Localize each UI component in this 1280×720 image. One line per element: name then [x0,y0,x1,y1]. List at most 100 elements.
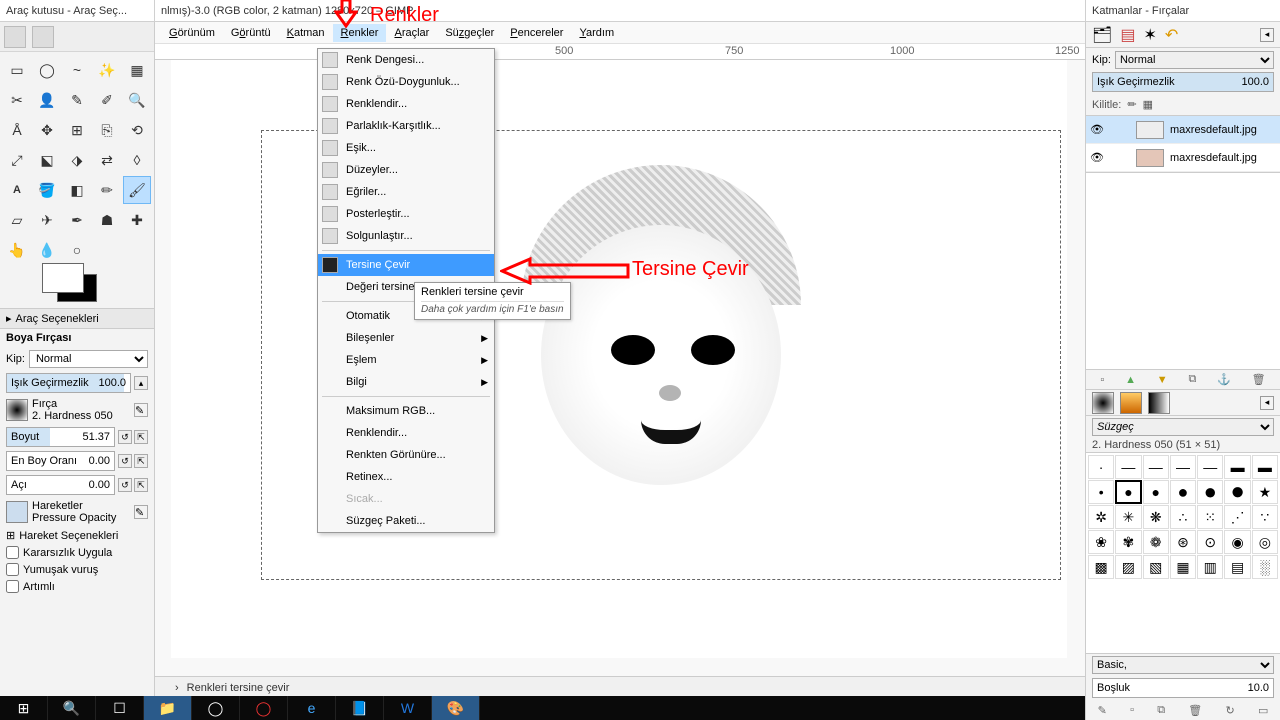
tool-fuzzy-select[interactable]: ✨ [93,56,121,84]
layer-down-icon[interactable]: ▼ [1157,374,1168,386]
brush-item[interactable]: ▨ [1115,555,1141,579]
brush-item[interactable]: ⊙ [1197,530,1223,554]
lock-alpha-icon[interactable]: ▦ [1143,98,1153,111]
layer-up-icon[interactable]: ▲ [1125,374,1136,386]
tool-rect-select[interactable]: ▭ [3,56,31,84]
dyn-options-expand[interactable]: ⊞ Hareket Seçenekleri [0,527,154,544]
brush-item[interactable]: ▬ [1224,455,1250,479]
size-link-icon[interactable]: ⇱ [134,430,148,444]
brush-item[interactable]: ✲ [1088,505,1114,529]
brush-item[interactable]: ▩ [1088,555,1114,579]
size-reset-icon[interactable]: ↺ [118,430,132,444]
tool-color-select[interactable]: ▦ [123,56,151,84]
task-opera[interactable]: ◯ [240,696,288,720]
brush-new-icon[interactable]: ▫ [1130,704,1134,716]
brush-item[interactable]: ∴ [1170,505,1196,529]
mi-invert[interactable]: Tersine Çevir [318,254,494,276]
brush-item[interactable]: ❀ [1088,530,1114,554]
tool-heal[interactable]: ✚ [123,206,151,234]
mi-components[interactable]: Bileşenler▶ [318,327,494,349]
layer-anchor-icon[interactable]: ⚓ [1217,373,1231,386]
task-notepad[interactable]: 📘 [336,696,384,720]
task-explorer[interactable]: 📁 [144,696,192,720]
tool-airbrush[interactable]: ✈ [33,206,61,234]
eye-icon[interactable]: 👁 [1090,123,1104,136]
menu-help[interactable]: Yardım [571,24,622,42]
tool-blend[interactable]: ◧ [63,176,91,204]
brush-item[interactable]: — [1197,455,1223,479]
eye-icon[interactable]: 👁 [1090,151,1104,164]
menu-windows[interactable]: Pencereler [502,24,571,42]
task-view[interactable]: ☐ [96,696,144,720]
brush-item[interactable]: • [1088,480,1114,504]
angle-reset-icon[interactable]: ↺ [118,478,132,492]
brush-item[interactable]: ◎ [1252,530,1278,554]
angle-link-icon[interactable]: ⇱ [134,478,148,492]
tool-flip[interactable]: ⇄ [93,146,121,174]
brush-item[interactable]: ▧ [1143,555,1169,579]
color-swatches[interactable] [0,268,154,308]
brush-item[interactable]: ● [1143,480,1169,504]
tool-bucket[interactable]: 🪣 [33,176,61,204]
mode-select[interactable]: Normal [29,350,148,368]
ratio-slider[interactable]: En Boy Oranı0.00 [6,451,115,471]
brush-dup-icon[interactable]: ⧉ [1157,704,1165,717]
layer-opacity-slider[interactable]: Işık Geçirmezlik100.0 [1092,72,1274,92]
canvas[interactable] [171,60,1067,658]
lock-pixels-icon[interactable]: ✏ [1127,98,1136,111]
mi-bright-contrast[interactable]: Parlaklık-Karşıtlık... [318,115,494,137]
brush-item[interactable]: — [1170,455,1196,479]
tool-paths[interactable]: ✎ [63,86,91,114]
mi-colorize2[interactable]: Renklendir... [318,422,494,444]
brush-item[interactable]: — [1115,455,1141,479]
mi-colorize[interactable]: Renklendir... [318,93,494,115]
brush-del-icon[interactable]: 🗑 [1188,704,1202,717]
tab-menu-icon[interactable]: ◂ [1260,28,1274,42]
mi-curves[interactable]: Eğriler... [318,181,494,203]
menu-filters[interactable]: Süzgeçler [437,24,502,42]
brush-item[interactable]: ▬ [1252,455,1278,479]
tool-rotate[interactable]: ⟲ [123,116,151,144]
chk-jitter[interactable] [6,546,19,559]
layer-new-icon[interactable]: ▫ [1100,374,1104,386]
mi-color-balance[interactable]: Renk Dengesi... [318,49,494,71]
mi-color-to-alpha[interactable]: Renkten Görünüre... [318,444,494,466]
brush-item[interactable]: ▥ [1197,555,1223,579]
brush-filter-select[interactable]: Süzgeç [1092,418,1274,436]
brush-preset-select[interactable]: Basic, [1092,656,1274,674]
tool-ellipse-select[interactable]: ◯ [33,56,61,84]
tool-measure[interactable]: Å [3,116,31,144]
brush-item[interactable]: ● [1115,480,1141,504]
tool-paintbrush[interactable]: 🖌 [123,176,151,204]
brush-item[interactable]: ▤ [1224,555,1250,579]
task-start[interactable]: ⊞ [0,696,48,720]
tab-brushes-icon[interactable] [1092,392,1114,414]
brush-item[interactable]: ✳ [1115,505,1141,529]
brush-item[interactable]: ❁ [1143,530,1169,554]
angle-slider[interactable]: Açı0.00 [6,475,115,495]
tool-crop[interactable]: ⎘ [93,116,121,144]
tool-clone[interactable]: ☗ [93,206,121,234]
brush-edit-icon[interactable]: ✎ [134,403,148,417]
tab-gradients-icon[interactable] [1148,392,1170,414]
tool-scale[interactable]: ⤢ [3,146,31,174]
brush-item[interactable]: ⊛ [1170,530,1196,554]
layer-row-1[interactable]: 👁maxresdefault.jpg [1086,116,1280,144]
brush-edit-icon[interactable]: ✎ [1098,704,1107,717]
mi-desaturate[interactable]: Solgunlaştır... [318,225,494,247]
mi-hue-sat[interactable]: Renk Özü-Doygunluk... [318,71,494,93]
tab-undo-icon[interactable]: ↶ [1165,25,1178,45]
menu-view[interactable]: GGörünümörünüm [161,24,223,42]
mi-filter-pack[interactable]: Süzgeç Paketi... [318,510,494,532]
tab-layers-icon[interactable]: 🗂 [1092,25,1112,45]
task-ie[interactable]: e [288,696,336,720]
tool-free-select[interactable]: ~ [63,56,91,84]
brush-item[interactable]: — [1143,455,1169,479]
tool-perspective[interactable]: ⬗ [63,146,91,174]
tool-move[interactable]: ✥ [33,116,61,144]
brush-thumb[interactable] [6,399,28,421]
chk-smooth[interactable] [6,563,19,576]
tool-cage[interactable]: ◊ [123,146,151,174]
tool-text[interactable]: A [3,176,31,204]
layer-delete-icon[interactable]: 🗑 [1252,373,1266,386]
